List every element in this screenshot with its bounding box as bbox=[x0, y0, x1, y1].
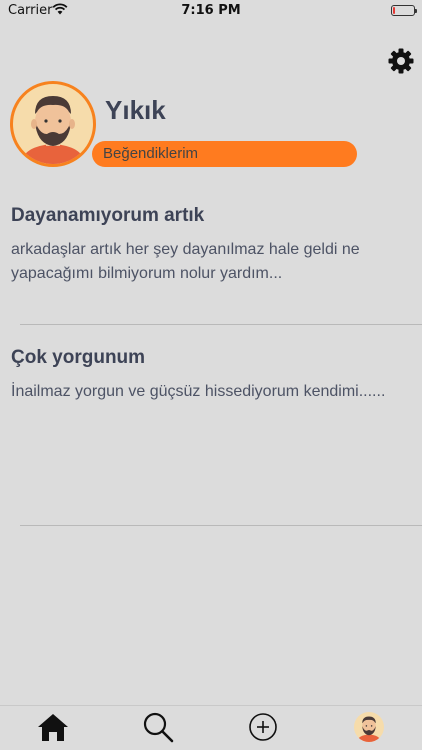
post-item[interactable]: Çok yorgunum İnailmaz yorgun ve güçsüz h… bbox=[11, 347, 411, 404]
battery-level bbox=[393, 7, 395, 14]
profile-screen: Carrier 7:16 PM Beğendiklerim Yıkık Daya… bbox=[0, 0, 422, 750]
tab-search[interactable] bbox=[140, 709, 176, 745]
battery-icon bbox=[391, 5, 417, 16]
tab-home[interactable] bbox=[35, 709, 71, 745]
home-icon bbox=[38, 714, 68, 741]
status-bar: Carrier 7:16 PM bbox=[0, 0, 422, 22]
clock: 7:16 PM bbox=[181, 3, 241, 18]
post-title: Dayanamıyorum artık bbox=[11, 205, 205, 226]
avatar[interactable] bbox=[10, 81, 96, 167]
post-title: Çok yorgunum bbox=[11, 347, 146, 368]
tab-profile[interactable] bbox=[351, 709, 387, 745]
divider bbox=[20, 324, 422, 325]
bearded-man-icon bbox=[357, 716, 381, 742]
username: Yıkık bbox=[105, 95, 166, 125]
profile-avatar bbox=[354, 712, 384, 742]
gear-icon[interactable] bbox=[387, 47, 415, 75]
likes-button[interactable]: Beğendiklerim bbox=[92, 141, 357, 167]
post-item[interactable]: Dayanamıyorum artık arkadaşlar artık her… bbox=[11, 205, 411, 286]
search-icon bbox=[143, 712, 174, 743]
divider bbox=[20, 525, 422, 526]
post-body: arkadaşlar artık her şey dayanılmaz hale… bbox=[11, 241, 360, 282]
add-icon bbox=[249, 713, 277, 741]
post-body: İnailmaz yorgun ve güçsüz hissediyorum k… bbox=[11, 383, 386, 400]
likes-label: Beğendiklerim bbox=[103, 145, 199, 162]
tab-bar bbox=[0, 705, 422, 750]
bearded-man-icon bbox=[21, 96, 85, 164]
tab-add[interactable] bbox=[245, 709, 281, 745]
